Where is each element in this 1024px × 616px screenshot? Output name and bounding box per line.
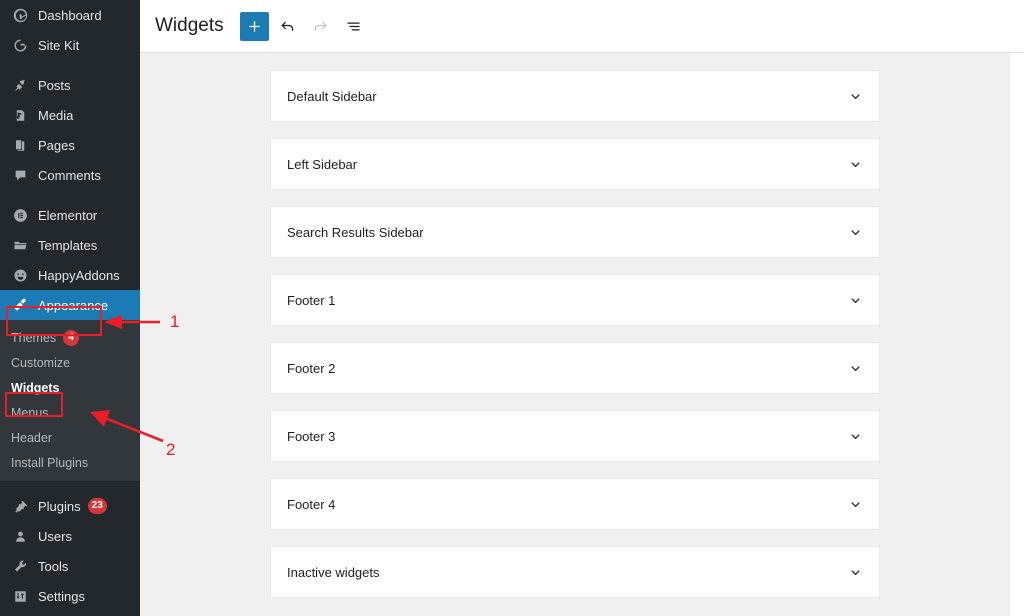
sidebar-divider xyxy=(0,60,140,70)
sidebar-item-users[interactable]: Users xyxy=(0,521,140,551)
plug-icon xyxy=(9,496,31,516)
paintbrush-icon xyxy=(9,295,31,315)
widget-area-title: Footer 2 xyxy=(287,360,336,376)
sidebar-item-label: Users xyxy=(38,528,72,544)
elementor-icon xyxy=(9,205,31,225)
sidebar-item-label: Comments xyxy=(38,167,101,183)
widget-area-title: Left Sidebar xyxy=(287,156,358,172)
sidebar-item-label: Appearance xyxy=(38,297,109,313)
chevron-down-icon[interactable] xyxy=(848,225,863,240)
add-block-button[interactable] xyxy=(239,11,269,41)
widget-area-title: Default Sidebar xyxy=(287,88,377,104)
sidebar-item-media[interactable]: Media xyxy=(0,100,140,130)
widgets-toolbar: Widgets xyxy=(140,0,1024,53)
sidebar-item-posts[interactable]: Posts xyxy=(0,70,140,100)
media-icon xyxy=(9,105,31,125)
widget-area-title: Footer 3 xyxy=(287,428,336,444)
chevron-down-icon[interactable] xyxy=(848,361,863,376)
smiley-icon xyxy=(9,265,31,285)
wrench-icon xyxy=(9,556,31,576)
sidebar-divider xyxy=(0,481,140,491)
chevron-down-icon[interactable] xyxy=(848,497,863,512)
widget-area-title: Inactive widgets xyxy=(287,564,380,580)
widget-areas-list: Default Sidebar Left Sidebar Search Resu… xyxy=(140,53,1010,616)
submenu-item-label: Install Plugins xyxy=(11,455,89,470)
widget-area-panel[interactable]: Default Sidebar xyxy=(270,70,880,122)
chevron-down-icon[interactable] xyxy=(848,565,863,580)
list-view-button[interactable] xyxy=(339,12,368,41)
sidebar-item-plugins[interactable]: Plugins 23 xyxy=(0,491,140,521)
inactive-widgets-panel[interactable]: Inactive widgets xyxy=(270,546,880,598)
pin-icon xyxy=(9,75,31,95)
sidebar-item-dashboard[interactable]: Dashboard xyxy=(0,0,140,30)
submenu-item-label: Header xyxy=(11,430,52,445)
right-margin xyxy=(1010,53,1024,616)
comment-icon xyxy=(9,165,31,185)
admin-sidebar: Dashboard Site Kit Posts Media Pages Com… xyxy=(0,0,140,616)
pages-icon xyxy=(9,135,31,155)
plugins-count-badge: 23 xyxy=(87,498,107,514)
chevron-down-icon[interactable] xyxy=(848,429,863,444)
sidebar-item-label: Elementor xyxy=(38,207,98,223)
chevron-down-icon[interactable] xyxy=(848,293,863,308)
widget-area-title: Search Results Sidebar xyxy=(287,224,424,240)
submenu-item-header[interactable]: Header xyxy=(0,425,140,450)
main-area: Widgets Default Sidebar Left Sidebar Sea… xyxy=(140,0,1024,616)
sliders-icon xyxy=(9,586,31,606)
sidebar-item-label: Posts xyxy=(38,77,71,93)
widget-area-title: Footer 4 xyxy=(287,496,336,512)
folder-icon xyxy=(9,235,31,255)
sitekit-g-icon xyxy=(9,35,31,55)
submenu-item-menus[interactable]: Menus xyxy=(0,400,140,425)
sidebar-item-label: Site Kit xyxy=(38,37,80,53)
sidebar-divider xyxy=(0,190,140,200)
wordpress-admin-screen: Dashboard Site Kit Posts Media Pages Com… xyxy=(0,0,1024,616)
sidebar-item-label: Templates xyxy=(38,237,98,253)
undo-button[interactable] xyxy=(273,12,302,41)
sidebar-item-happyaddons[interactable]: HappyAddons xyxy=(0,260,140,290)
sidebar-item-label: Plugins xyxy=(38,498,81,514)
widget-area-panel[interactable]: Footer 1 xyxy=(270,274,880,326)
widget-area-panel[interactable]: Search Results Sidebar xyxy=(270,206,880,258)
user-icon xyxy=(9,526,31,546)
widget-area-panel[interactable]: Left Sidebar xyxy=(270,138,880,190)
sidebar-item-label: Tools xyxy=(38,558,69,574)
appearance-submenu: Themes 4 Customize Widgets Menus Header … xyxy=(0,320,140,481)
widget-area-panel[interactable]: Footer 2 xyxy=(270,342,880,394)
submenu-item-label: Menus xyxy=(11,405,49,420)
sidebar-item-site-kit[interactable]: Site Kit xyxy=(0,30,140,60)
sidebar-item-settings[interactable]: Settings xyxy=(0,581,140,611)
content-wrapper: Default Sidebar Left Sidebar Search Resu… xyxy=(140,53,1024,616)
sidebar-item-label: Settings xyxy=(38,588,85,604)
chevron-down-icon[interactable] xyxy=(848,157,863,172)
widget-area-panel[interactable]: Footer 4 xyxy=(270,478,880,530)
sidebar-item-templates[interactable]: Templates xyxy=(0,230,140,260)
submenu-item-themes[interactable]: Themes 4 xyxy=(0,325,140,350)
sidebar-item-label: HappyAddons xyxy=(38,267,120,283)
submenu-item-widgets[interactable]: Widgets xyxy=(0,375,140,400)
submenu-item-label: Widgets xyxy=(11,380,60,395)
widget-area-panel[interactable]: Footer 3 xyxy=(270,410,880,462)
sidebar-item-appearance[interactable]: Appearance xyxy=(0,290,140,320)
page-title: Widgets xyxy=(155,15,224,36)
submenu-item-label: Customize xyxy=(11,355,71,370)
chevron-down-icon[interactable] xyxy=(848,89,863,104)
sidebar-item-label: Media xyxy=(38,107,74,123)
sidebar-item-label: Pages xyxy=(38,137,75,153)
submenu-item-label: Themes xyxy=(11,330,57,345)
themes-count-badge: 4 xyxy=(63,329,80,346)
dashboard-icon xyxy=(9,5,31,25)
submenu-item-customize[interactable]: Customize xyxy=(0,350,140,375)
redo-button[interactable] xyxy=(306,12,335,41)
widget-area-title: Footer 1 xyxy=(287,292,336,308)
sidebar-item-label: Dashboard xyxy=(38,7,102,23)
sidebar-item-tools[interactable]: Tools xyxy=(0,551,140,581)
sidebar-item-pages[interactable]: Pages xyxy=(0,130,140,160)
sidebar-item-comments[interactable]: Comments xyxy=(0,160,140,190)
sidebar-item-elementor[interactable]: Elementor xyxy=(0,200,140,230)
submenu-item-install-plugins[interactable]: Install Plugins xyxy=(0,450,140,475)
